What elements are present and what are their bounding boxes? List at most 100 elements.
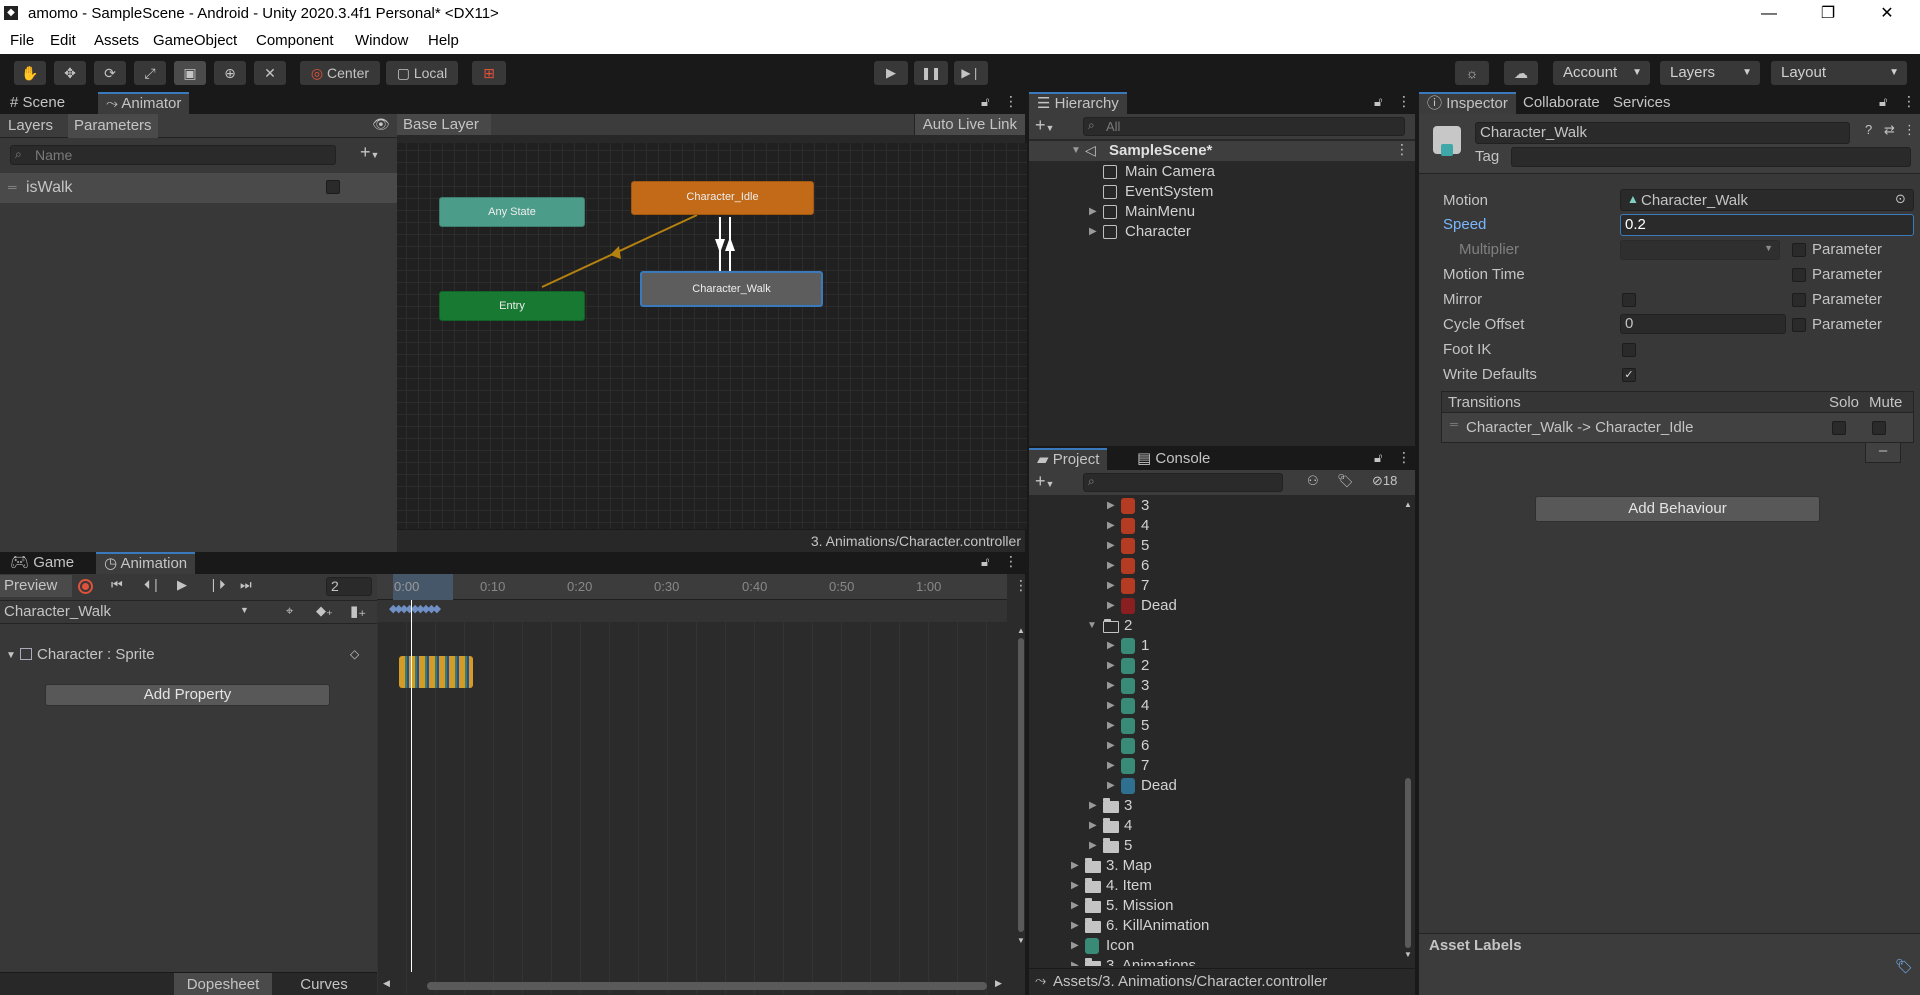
collapsed-triangle-icon[interactable]: ▶: [1107, 560, 1115, 571]
collapsed-triangle-icon[interactable]: ▶: [1107, 700, 1115, 711]
project-item[interactable]: ▶ 6: [1029, 736, 1401, 756]
close-button[interactable]: ✕: [1864, 0, 1910, 28]
remove-transition-button[interactable]: –: [1865, 443, 1901, 463]
menu-edit[interactable]: Edit: [50, 32, 76, 49]
menu-help[interactable]: Help: [428, 32, 459, 49]
collapsed-triangle-icon[interactable]: ▶: [1107, 540, 1115, 551]
collapsed-triangle-icon[interactable]: ▶: [1107, 720, 1115, 731]
project-item[interactable]: ▶ 5: [1029, 536, 1401, 556]
prev-keyframe-icon[interactable]: ⏴❘: [144, 577, 161, 593]
move-tool-icon[interactable]: ✥: [54, 61, 86, 85]
collapsed-triangle-icon[interactable]: ▶: [1107, 500, 1115, 511]
collapsed-triangle-icon[interactable]: ▶: [1089, 840, 1097, 851]
project-folder[interactable]: ▶ 3. Animations: [1029, 956, 1401, 966]
snap-grid-icon[interactable]: ⊞: [472, 61, 506, 85]
mute-checkbox[interactable]: [1872, 421, 1886, 435]
tab-collaborate[interactable]: Collaborate: [1515, 92, 1608, 114]
play-animation-icon[interactable]: ▶: [177, 577, 187, 593]
tab-inspector[interactable]: ⓘ Inspector: [1419, 92, 1516, 114]
eye-icon[interactable]: 👁︎: [372, 116, 390, 133]
project-folder[interactable]: ▶ 3. Map: [1029, 856, 1401, 876]
create-asset-button[interactable]: +▼: [1035, 471, 1054, 492]
project-folder[interactable]: ▶ 5. Mission: [1029, 896, 1401, 916]
menu-window[interactable]: Window: [355, 32, 408, 49]
tag-icon[interactable]: 🏷︎: [1895, 958, 1913, 975]
lock-icon[interactable]: 🔓︎: [981, 554, 989, 570]
kebab-menu-icon[interactable]: ⋮: [1395, 141, 1409, 158]
auto-live-link-button[interactable]: Auto Live Link: [913, 114, 1025, 135]
project-scrollbar[interactable]: ▲ ▼: [1403, 500, 1413, 962]
project-folder[interactable]: ▶ 5: [1029, 836, 1401, 856]
keyframe-filter-icon[interactable]: ⌖: [286, 603, 293, 619]
scroll-right-icon[interactable]: ▶: [995, 978, 1002, 989]
scroll-thumb[interactable]: [1018, 638, 1024, 932]
pivot-local-button[interactable]: ▢ Local: [386, 61, 458, 85]
motion-time-parameter-checkbox[interactable]: [1792, 268, 1806, 282]
rect-tool-icon[interactable]: ▣: [174, 61, 206, 85]
animator-graph[interactable]: Any State Entry Character_Idle Character…: [397, 143, 1027, 529]
summary-keyframes[interactable]: ◆◆◆◆◆◆◆◆◆: [389, 602, 441, 615]
tab-project[interactable]: ▰ Project: [1029, 448, 1108, 470]
collapsed-triangle-icon[interactable]: ▶: [1107, 600, 1115, 611]
collapsed-triangle-icon[interactable]: ▶: [1107, 580, 1115, 591]
object-picker-icon[interactable]: ⊙: [1895, 191, 1906, 207]
tab-game[interactable]: 🎮︎ Game: [2, 552, 82, 574]
hierarchy-item[interactable]: ▶ MainMenu: [1029, 202, 1415, 222]
collapsed-triangle-icon[interactable]: ▶: [1089, 800, 1097, 811]
mirror-parameter-checkbox[interactable]: [1792, 293, 1806, 307]
tab-scene[interactable]: # Scene: [2, 92, 73, 114]
breadcrumb[interactable]: Base Layer: [397, 114, 491, 135]
drag-handle-icon[interactable]: ═: [1450, 419, 1458, 431]
scroll-down-icon[interactable]: ▼: [1017, 936, 1025, 945]
cloud-icon[interactable]: ☁: [1504, 61, 1538, 85]
walk-state-node[interactable]: Character_Walk: [640, 271, 823, 307]
scroll-up-icon[interactable]: ▲: [1404, 500, 1412, 509]
scale-tool-icon[interactable]: ⤢: [134, 61, 166, 85]
collapsed-triangle-icon[interactable]: ▶: [1071, 880, 1079, 891]
project-item[interactable]: ▶ Dead: [1029, 776, 1401, 796]
cycle-offset-parameter-checkbox[interactable]: [1792, 318, 1806, 332]
next-keyframe-icon[interactable]: ❘⏵: [208, 577, 225, 593]
multiplier-parameter-checkbox[interactable]: [1792, 243, 1806, 257]
collapsed-triangle-icon[interactable]: ▶: [1107, 740, 1115, 751]
time-ruler[interactable]: 0:00 0:10 0:20 0:30 0:40 0:50 1:00: [377, 574, 1007, 600]
project-search-input[interactable]: ⌕: [1083, 473, 1283, 492]
scroll-up-icon[interactable]: ▲: [1017, 626, 1025, 635]
record-button[interactable]: [78, 579, 93, 594]
playhead[interactable]: [411, 600, 412, 972]
collapsed-triangle-icon[interactable]: ▶: [1107, 660, 1115, 671]
hierarchy-search-input[interactable]: ⌕ All: [1083, 117, 1405, 136]
collapsed-triangle-icon[interactable]: ▶: [1071, 900, 1079, 911]
menu-component[interactable]: Component: [256, 32, 334, 49]
filter-by-type-icon[interactable]: ⚇: [1307, 473, 1319, 489]
solo-checkbox[interactable]: [1832, 421, 1846, 435]
expand-triangle-icon[interactable]: ▼: [1087, 620, 1097, 631]
project-item[interactable]: ▶ 4: [1029, 516, 1401, 536]
collapsed-triangle-icon[interactable]: ▶: [1089, 820, 1097, 831]
motion-field[interactable]: ▲ Character_Walk ⊙: [1620, 189, 1914, 211]
project-item[interactable]: ▶ Dead: [1029, 596, 1401, 616]
lock-icon[interactable]: 🔓︎: [1374, 94, 1382, 110]
hidden-packages-button[interactable]: ⊘18: [1372, 473, 1397, 489]
state-name-input[interactable]: Character_Walk: [1475, 122, 1850, 144]
multiplier-dropdown[interactable]: ▼: [1620, 240, 1780, 260]
lock-icon[interactable]: 🔓︎: [1879, 94, 1887, 110]
mirror-checkbox[interactable]: [1622, 293, 1636, 307]
collapsed-triangle-icon[interactable]: ▶: [1107, 520, 1115, 531]
vertical-scrollbar[interactable]: ▲ ▼: [1017, 626, 1025, 946]
parameter-search-input[interactable]: ⌕ Name: [10, 145, 336, 165]
tab-console[interactable]: ▤ Console: [1129, 448, 1218, 470]
transform-tool-icon[interactable]: ⊕: [214, 61, 246, 85]
project-item[interactable]: ▶ 7: [1029, 576, 1401, 596]
hierarchy-item[interactable]: ▶ Character: [1029, 222, 1415, 242]
project-item[interactable]: ▶ 2: [1029, 656, 1401, 676]
step-button[interactable]: ▶❘: [954, 61, 988, 85]
clip-dropdown[interactable]: Character_Walk ▼: [4, 603, 254, 620]
rotate-tool-icon[interactable]: ⟳: [94, 61, 126, 85]
tab-dopesheet[interactable]: Dopesheet: [174, 973, 272, 995]
tab-services[interactable]: Services: [1605, 92, 1679, 114]
tab-animation[interactable]: ◷ Animation: [96, 552, 196, 574]
add-property-button[interactable]: Add Property: [45, 684, 330, 706]
kebab-menu-icon[interactable]: ⋮: [1397, 93, 1411, 110]
pause-button[interactable]: ❚❚: [914, 61, 948, 85]
